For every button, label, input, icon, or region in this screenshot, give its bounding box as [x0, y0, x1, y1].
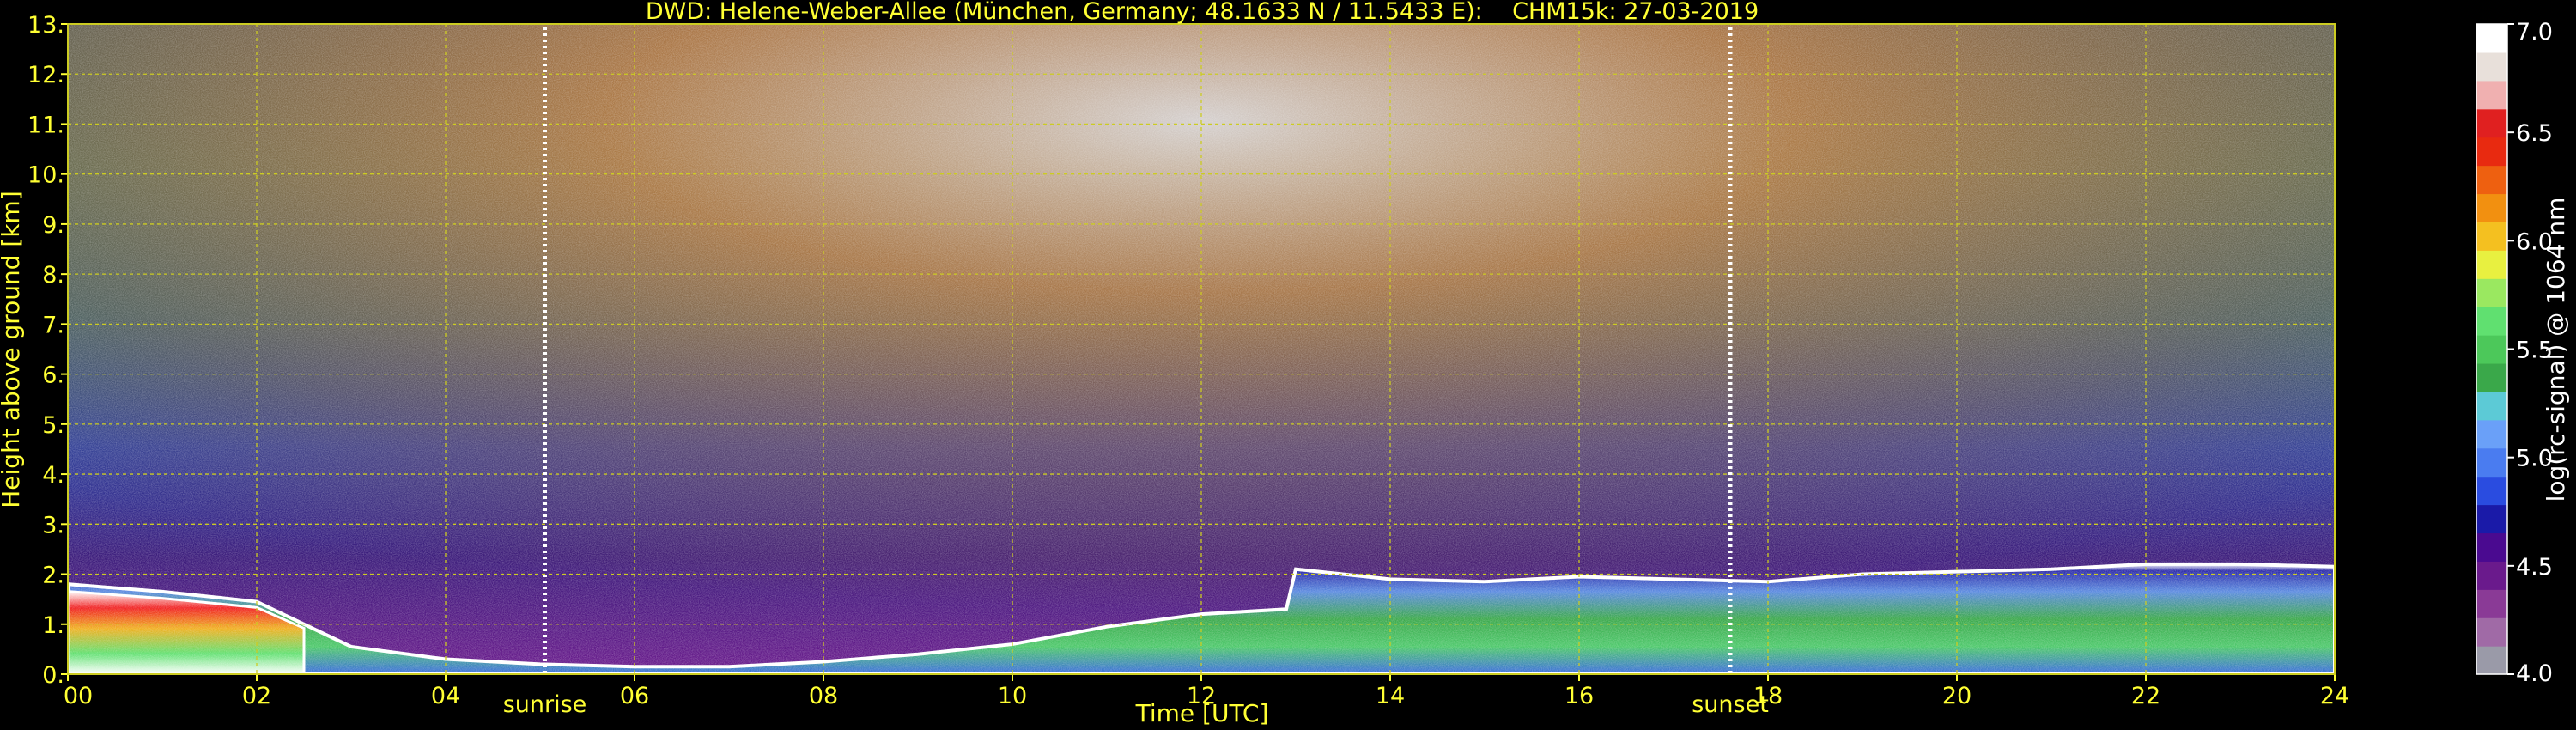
colorbar-step	[2476, 617, 2507, 647]
colorbar-label: log(rc-signal) @ 1064 nm	[2542, 198, 2570, 502]
x-tick-label: 16	[1564, 683, 1594, 709]
y-tick-label: 4.	[42, 462, 64, 489]
x-axis-label: Time [UTC]	[1135, 699, 1269, 727]
colorbar-tick-label: 7.0	[2516, 19, 2553, 46]
colorbar-step	[2476, 80, 2507, 110]
y-tick-label: 10.	[27, 162, 64, 189]
y-tick-label: 0.	[42, 662, 64, 689]
y-tick-label: 9.	[42, 212, 64, 239]
colorbar-tick-label: 4.0	[2516, 660, 2553, 687]
colorbar-step	[2476, 589, 2507, 618]
colorbar-step	[2476, 504, 2507, 534]
colorbar-tick-label: 4.5	[2516, 554, 2553, 581]
colorbar-step	[2476, 278, 2507, 307]
y-tick-label: 13.	[27, 12, 64, 39]
y-tick-label: 6.	[42, 362, 64, 389]
colorbar-step	[2476, 165, 2507, 195]
y-tick-label: 7.	[42, 312, 64, 338]
y-tick-label: 3.	[42, 512, 64, 538]
y-tick-label: 1.	[42, 612, 64, 639]
colorbar-step	[2476, 362, 2507, 392]
x-tick-label: 04	[431, 683, 460, 709]
sunrise-label: sunrise	[503, 691, 587, 718]
y-tick-label: 11.	[27, 112, 64, 138]
x-tick-label: 22	[2131, 683, 2160, 709]
x-tick-label: 00	[64, 683, 93, 709]
chart-title: DWD: Helene-Weber-Allee (München, German…	[646, 0, 1759, 25]
colorbar-step	[2476, 476, 2507, 506]
x-tick-label: 14	[1376, 683, 1405, 709]
x-tick-label: 24	[2320, 683, 2349, 709]
colorbar-step	[2476, 250, 2507, 279]
x-tick-label: 08	[809, 683, 838, 709]
colorbar-step	[2476, 52, 2507, 82]
colorbar-step	[2476, 419, 2507, 449]
colorbar-step	[2476, 24, 2507, 53]
colorbar-step	[2476, 193, 2507, 222]
colorbar-step	[2476, 532, 2507, 562]
colorbar-step	[2476, 646, 2507, 675]
sunset-label: sunset	[1692, 691, 1769, 718]
colorbar-step	[2476, 391, 2507, 421]
colorbar-step	[2476, 447, 2507, 478]
colorbar-step	[2476, 222, 2507, 251]
y-tick-label: 5.	[42, 412, 64, 439]
colorbar-step	[2476, 307, 2507, 336]
x-tick-label: 10	[998, 683, 1027, 709]
y-axis-label: Height above ground [km]	[0, 191, 25, 508]
x-tick-label: 20	[1942, 683, 1971, 709]
y-tick-label: 8.	[42, 262, 64, 289]
x-tick-label: 02	[242, 683, 271, 709]
colorbar-tick-label: 6.5	[2516, 120, 2553, 147]
colorbar-step	[2476, 561, 2507, 590]
y-tick-label: 2.	[42, 563, 64, 589]
y-axis: 0. 1. 2. 3. 4. 5. 6. 7. 8. 9. 10. 11. 12. 13.	[27, 12, 68, 689]
x-tick-label: 06	[620, 683, 649, 709]
colorbar-step	[2476, 335, 2507, 364]
y-tick-label: 12.	[27, 62, 64, 88]
colorbar-step	[2476, 108, 2507, 138]
ceilometer-chart: 00 02 04 06 08 10 12 14 16 18 20 22 24 0.1.2.3.4.5.6…	[0, 0, 2570, 727]
colorbar-step	[2476, 137, 2507, 167]
